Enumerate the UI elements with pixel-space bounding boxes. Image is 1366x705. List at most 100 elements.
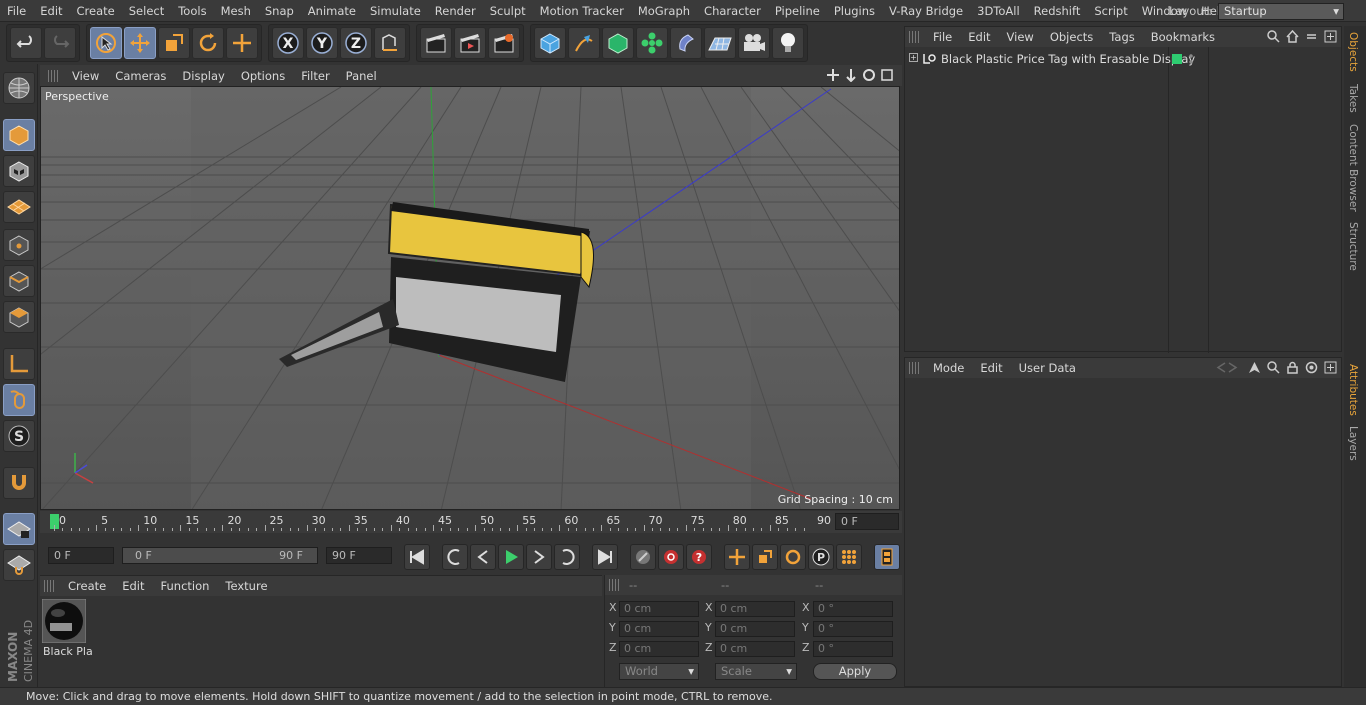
viewport-menu-panel[interactable]: Panel xyxy=(338,69,385,83)
key-position-button[interactable] xyxy=(724,544,750,570)
object-menu-edit[interactable]: Edit xyxy=(960,30,998,44)
rotation-p-field[interactable]: 0 ° xyxy=(813,621,893,637)
layout-dropdown[interactable]: Startup xyxy=(1218,2,1344,20)
previous-key-button[interactable] xyxy=(442,544,468,570)
position-y-field[interactable]: 0 cm xyxy=(619,621,699,637)
object-list-item[interactable]: + Black Plastic Price Tag with Erasable … xyxy=(905,51,1341,69)
menu-character[interactable]: Character xyxy=(697,0,768,22)
render-settings-button[interactable] xyxy=(488,27,520,59)
material-menu-texture[interactable]: Texture xyxy=(217,579,275,593)
menu-vray-bridge[interactable]: V-Ray Bridge xyxy=(882,0,970,22)
rotation-h-field[interactable]: 0 ° xyxy=(813,601,893,617)
snap-button[interactable] xyxy=(3,467,35,499)
search-icon[interactable] xyxy=(1267,30,1280,43)
object-menu-objects[interactable]: Objects xyxy=(1042,30,1101,44)
light-button[interactable] xyxy=(772,27,804,59)
keyframe-selection-button[interactable]: ? xyxy=(686,544,712,570)
viewport-menu-filter[interactable]: Filter xyxy=(293,69,337,83)
menu-tools[interactable]: Tools xyxy=(171,0,213,22)
edges-mode-button[interactable] xyxy=(3,265,35,297)
rotation-b-field[interactable]: 0 ° xyxy=(813,641,893,657)
timeline-ruler[interactable]: 0 5 10 15 20 25 30 35 40 45 50 55 60 65 70 75 80 85 90 0 F xyxy=(40,511,902,533)
position-z-field[interactable]: 0 cm xyxy=(619,641,699,657)
material-menu-create[interactable]: Create xyxy=(60,579,114,593)
lock-icon[interactable] xyxy=(1286,361,1299,374)
key-parameter-button[interactable]: P xyxy=(808,544,834,570)
key-pla-button[interactable] xyxy=(836,544,862,570)
material-item[interactable]: Black Pla xyxy=(41,598,93,659)
menu-render[interactable]: Render xyxy=(428,0,483,22)
key-rotation-button[interactable] xyxy=(780,544,806,570)
material-menu-edit[interactable]: Edit xyxy=(114,579,152,593)
menu-motion-tracker[interactable]: Motion Tracker xyxy=(533,0,631,22)
size-mode-dropdown[interactable]: Scale xyxy=(715,663,797,680)
menu-animate[interactable]: Animate xyxy=(301,0,363,22)
x-axis-lock-button[interactable]: X xyxy=(272,27,304,59)
y-axis-lock-button[interactable]: Y xyxy=(306,27,338,59)
tab-takes[interactable]: Takes xyxy=(1347,84,1359,113)
attribute-menu-mode[interactable]: Mode xyxy=(925,361,972,375)
tab-content-browser[interactable]: Content Browser xyxy=(1347,124,1359,212)
frame-range-slider[interactable]: 0 F 90 F xyxy=(122,547,318,564)
panel-grip-icon[interactable] xyxy=(44,580,54,592)
dolly-view-icon[interactable] xyxy=(844,68,858,82)
object-menu-bookmarks[interactable]: Bookmarks xyxy=(1143,30,1223,44)
tab-structure[interactable]: Structure xyxy=(1347,222,1359,271)
panel-grip-icon[interactable] xyxy=(909,31,919,43)
expand-toggle-icon[interactable]: + xyxy=(909,53,918,62)
menu-simulate[interactable]: Simulate xyxy=(363,0,428,22)
panel-grip-icon[interactable] xyxy=(909,362,919,374)
menu-mograph[interactable]: MoGraph xyxy=(631,0,697,22)
model-mode-button[interactable] xyxy=(3,119,35,151)
floor-button[interactable] xyxy=(704,27,736,59)
redo-button[interactable] xyxy=(44,27,76,59)
pan-view-icon[interactable] xyxy=(826,68,840,82)
apply-button[interactable]: Apply xyxy=(813,663,897,680)
viewport-menu-options[interactable]: Options xyxy=(233,69,293,83)
workplane-snap-button[interactable] xyxy=(3,549,35,581)
record-active-objects-button[interactable] xyxy=(630,544,656,570)
coordinate-space-dropdown[interactable]: World xyxy=(619,663,699,680)
go-to-end-button[interactable] xyxy=(592,544,618,570)
play-button[interactable] xyxy=(498,544,524,570)
tab-layers[interactable]: Layers xyxy=(1347,426,1359,461)
camera-button[interactable] xyxy=(738,27,770,59)
home-icon[interactable] xyxy=(1286,30,1299,43)
menu-create[interactable]: Create xyxy=(70,0,122,22)
make-editable-button[interactable] xyxy=(3,72,35,104)
object-menu-tags[interactable]: Tags xyxy=(1101,30,1142,44)
size-z-field[interactable]: 0 cm xyxy=(715,641,795,657)
autokeying-button[interactable] xyxy=(658,544,684,570)
cloner-button[interactable] xyxy=(636,27,668,59)
menu-sculpt[interactable]: Sculpt xyxy=(483,0,533,22)
rotate-view-icon[interactable] xyxy=(862,68,876,82)
render-view-button[interactable] xyxy=(420,27,452,59)
tab-objects[interactable]: Objects xyxy=(1347,32,1359,72)
rotate-tool-button[interactable] xyxy=(192,27,224,59)
workplane-lock-button[interactable] xyxy=(3,513,35,545)
scale-tool-button[interactable] xyxy=(158,27,190,59)
undo-button[interactable] xyxy=(10,27,42,59)
axis-mode-button[interactable] xyxy=(3,348,35,380)
menu-mesh[interactable]: Mesh xyxy=(214,0,258,22)
menu-plugins[interactable]: Plugins xyxy=(827,0,882,22)
viewport-menu-display[interactable]: Display xyxy=(174,69,232,83)
previous-frame-button[interactable] xyxy=(470,544,496,570)
position-x-field[interactable]: 0 cm xyxy=(619,601,699,617)
next-frame-button[interactable] xyxy=(526,544,552,570)
size-x-field[interactable]: 0 cm xyxy=(715,601,795,617)
start-frame-field[interactable]: 0 F xyxy=(48,547,114,564)
current-frame-field[interactable]: 0 F xyxy=(835,513,899,530)
render-to-picture-viewer-button[interactable] xyxy=(454,27,486,59)
menu-pipeline[interactable]: Pipeline xyxy=(768,0,827,22)
texture-mode-button[interactable] xyxy=(3,155,35,187)
workplane-mode-button[interactable] xyxy=(3,191,35,223)
up-arrow-icon[interactable] xyxy=(1248,361,1261,374)
menu-edit[interactable]: Edit xyxy=(33,0,69,22)
tweak-mode-button[interactable] xyxy=(3,384,35,416)
maximize-view-icon[interactable] xyxy=(880,68,894,82)
z-axis-lock-button[interactable]: Z xyxy=(340,27,372,59)
visibility-tag-icon[interactable] xyxy=(1172,54,1182,64)
attribute-menu-edit[interactable]: Edit xyxy=(972,361,1010,375)
coordinate-system-button[interactable] xyxy=(374,27,406,59)
